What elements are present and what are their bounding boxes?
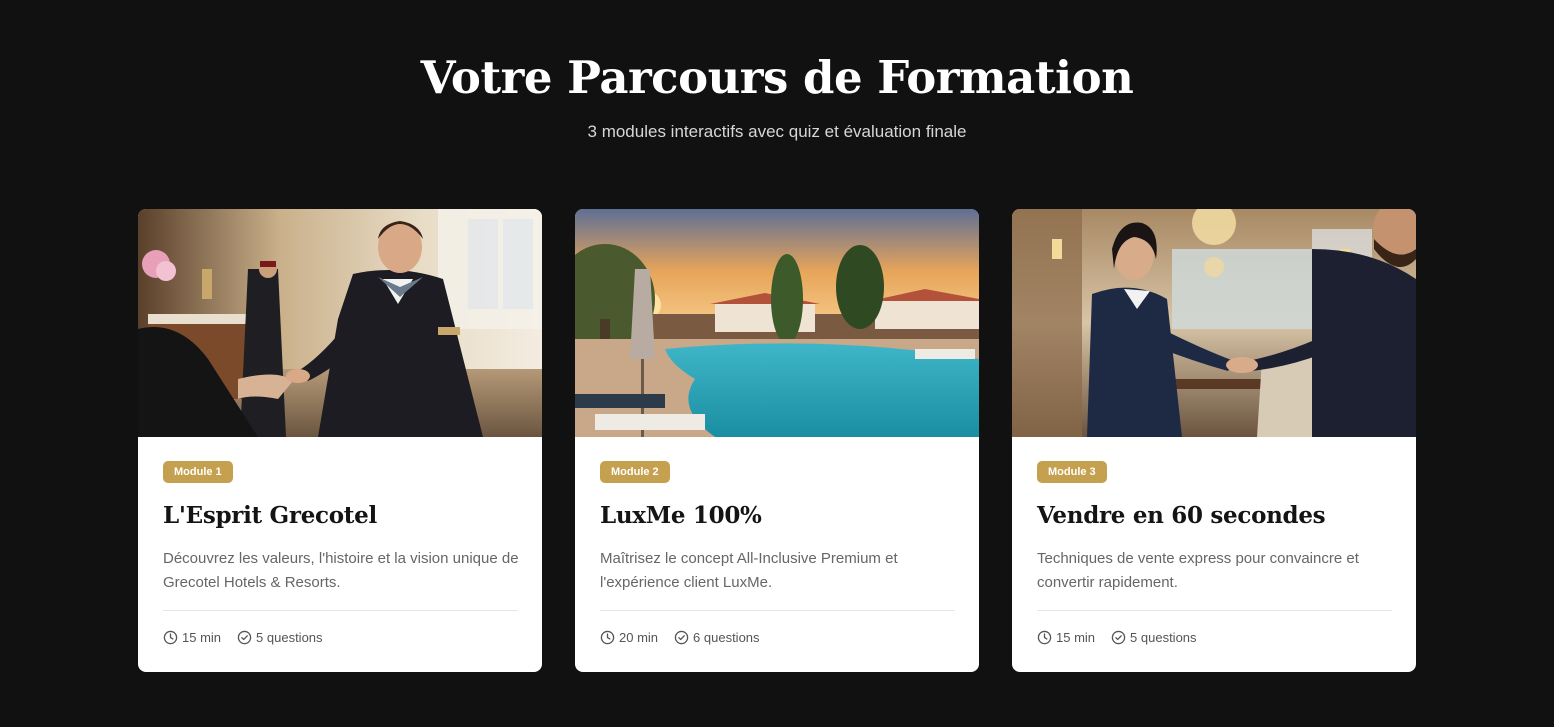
module-description: Maîtrisez le concept All-Inclusive Premi… <box>600 550 898 591</box>
module-meta: 15 min 5 questions <box>163 627 339 647</box>
module-meta: 15 min 5 questions <box>1037 627 1213 647</box>
module-card-3[interactable]: Module 3 Vendre en 60 secondes Technique… <box>1012 209 1416 672</box>
module-description: Techniques de vente express pour convain… <box>1037 550 1359 591</box>
duration-label: 15 min <box>182 629 222 645</box>
page-title: Votre Parcours de Formation <box>420 51 1134 104</box>
module-description: Découvrez les valeurs, l'histoire et la … <box>163 550 519 591</box>
duration-label: 15 min <box>1056 629 1096 645</box>
card-divider <box>1037 610 1392 611</box>
duration-label: 20 min <box>619 629 659 645</box>
clock-icon <box>163 630 178 644</box>
questions-item: 6 questions <box>674 630 760 645</box>
duration-item: 20 min <box>600 630 658 645</box>
module-3-image <box>1012 209 1416 437</box>
questions-item: 5 questions <box>1111 630 1197 645</box>
questions-label: 6 questions <box>693 629 760 645</box>
duration-item: 15 min <box>163 630 221 645</box>
questions-label: 5 questions <box>256 629 323 645</box>
clock-icon <box>1037 630 1052 644</box>
check-circle-icon <box>1111 630 1126 644</box>
check-circle-icon <box>237 630 252 644</box>
questions-item: 5 questions <box>237 630 323 645</box>
module-2-image <box>575 209 979 437</box>
page-subtitle: 3 modules interactifs avec quiz et évalu… <box>587 122 967 141</box>
module-meta: 20 min 6 questions <box>600 627 776 647</box>
card-divider <box>163 610 518 611</box>
module-card-2[interactable]: Module 2 LuxMe 100% Maîtrisez le concept… <box>575 209 979 672</box>
module-badge: Module 2 <box>600 461 670 483</box>
clock-icon <box>600 630 615 644</box>
module-card-1[interactable]: Module 1 L'Esprit Grecotel Découvrez les… <box>138 209 542 672</box>
check-circle-icon <box>674 630 689 644</box>
module-title: L'Esprit Grecotel <box>163 502 377 529</box>
module-title: LuxMe 100% <box>600 502 762 529</box>
duration-item: 15 min <box>1037 630 1095 645</box>
card-divider <box>600 610 955 611</box>
training-page: Votre Parcours de Formation 3 modules in… <box>0 0 1554 727</box>
questions-label: 5 questions <box>1130 629 1197 645</box>
module-badge: Module 1 <box>163 461 233 483</box>
module-1-image <box>138 209 542 437</box>
module-badge: Module 3 <box>1037 461 1107 483</box>
module-title: Vendre en 60 secondes <box>1037 502 1326 529</box>
